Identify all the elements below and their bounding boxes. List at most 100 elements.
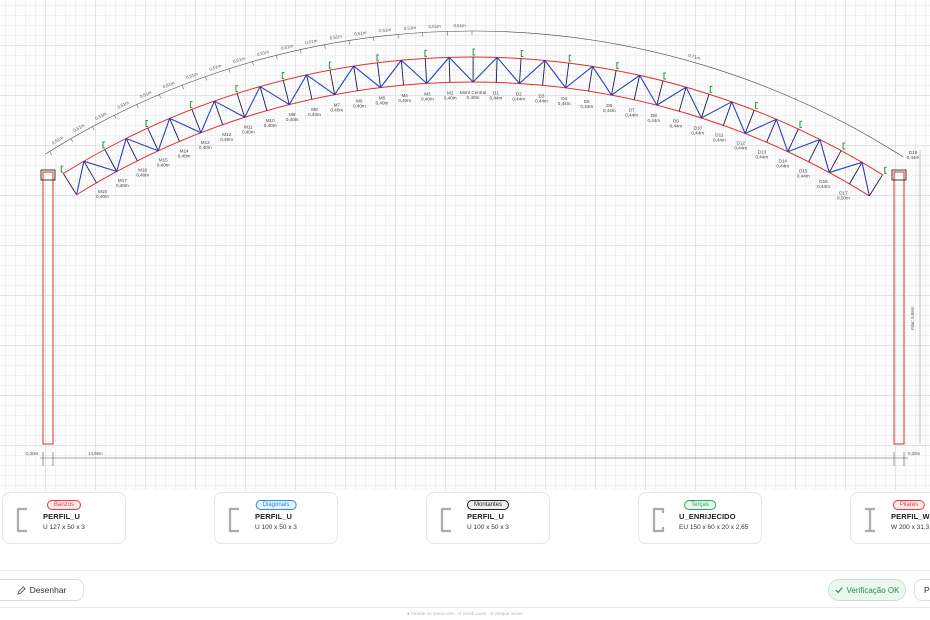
segment-length-label: 0,51m <box>281 43 294 51</box>
segment-length-label: 0,51m <box>305 38 318 45</box>
purlin <box>799 120 802 128</box>
node-label-length: 0,40m <box>376 101 389 106</box>
node-label-length: 0,40m <box>286 117 299 122</box>
diagonal-member <box>244 86 261 118</box>
node-label-length: 0,50m <box>837 195 850 200</box>
profile-name: PERFIL_W <box>891 512 930 521</box>
node-label-length: 0,40m <box>264 123 277 128</box>
left-offset-label: 0,30m <box>26 451 39 456</box>
purlin <box>663 72 666 80</box>
purlin <box>235 85 238 93</box>
node-labels: M180,40mM170,40mM160,40mM150,40mM140,40m… <box>96 90 920 200</box>
check-icon <box>834 587 843 594</box>
purlin <box>842 142 846 150</box>
diagonal-member <box>116 138 127 172</box>
node-label-length: 0,40m <box>220 137 233 142</box>
profile-card-pilares[interactable]: Pilares PERFIL_W W 200 x 31,3 <box>850 492 930 544</box>
arc-tick <box>205 76 207 81</box>
diagonal-member <box>288 74 308 105</box>
segment-length-label: 0,51m <box>329 34 342 41</box>
profile-name: PERFIL_U <box>43 512 81 521</box>
truss-drawing[interactable]: 0,30m 14,98m 0,30m Pilar: 5,88m 0,51m 0,51m 0… <box>0 0 930 490</box>
arc-tick <box>181 85 184 90</box>
node-label-length: 0,44m <box>558 101 571 106</box>
segment-length-label: 0,51m <box>354 30 367 37</box>
diagonal-member <box>611 74 640 96</box>
purlin <box>472 48 476 56</box>
arc-tick <box>114 115 117 119</box>
profile-card-tercas[interactable]: Terças U_ENRIJECIDO EU 150 x 60 x 20 x 2… <box>638 492 762 544</box>
purlin <box>145 119 149 127</box>
node-label-length: 0,40m <box>136 173 149 178</box>
node-label-length: 0,40m <box>330 107 343 112</box>
draw-button[interactable]: Desenhar <box>0 579 84 601</box>
w-profile-icon <box>865 507 875 533</box>
node-label-length: 0,44m <box>625 112 638 117</box>
purlin <box>755 101 758 109</box>
segment-length-label: 0,51m <box>453 23 466 28</box>
diagonal-member <box>496 57 520 84</box>
bottom-toolbar: Desenhar Verificação OK P <box>0 570 930 608</box>
node-label-length: 0,44m <box>647 118 660 123</box>
node-label-length: 0,40m <box>157 163 170 168</box>
arc-tick <box>324 44 326 49</box>
node-label-length: 0,44m <box>755 154 768 159</box>
node-label-length: 0,40m <box>96 194 109 199</box>
extra-button[interactable]: P <box>914 579 930 601</box>
dimension-lines: 0,30m 14,98m 0,30m Pilar: 5,88m <box>26 150 921 466</box>
node-label-length: 0,40m <box>421 96 434 101</box>
profile-card-diagonais[interactable]: Diagonais PERFIL_U U 100 x 50 x 3 <box>214 492 338 544</box>
segment-length-label: 0,51m <box>162 80 176 89</box>
segment-length-label: 0,51m <box>185 71 199 80</box>
node-label-length: 0,44m <box>713 138 726 143</box>
node-label-length: 0,40m <box>242 130 255 135</box>
vertical-member <box>495 57 498 83</box>
node-label-length: 0,44m <box>580 104 593 109</box>
segment-length-label: 0,51m <box>404 25 417 31</box>
purlin <box>60 165 64 173</box>
center-line <box>69 69 877 186</box>
drawing-canvas[interactable]: 0,30m 14,98m 0,30m Pilar: 5,88m 0,51m 0,51m 0… <box>0 0 930 490</box>
footer-hint: ● Arraste no menu com · ↺ Scroll zoom · … <box>0 608 930 620</box>
profile-spec: U 100 x 50 x 3 <box>255 524 297 531</box>
node-label-length: 0,44m <box>734 146 747 151</box>
pillar-height-label: Pilar: 5,88m <box>910 306 915 330</box>
u-profile-icon <box>440 507 451 533</box>
diagonal-member <box>544 60 567 89</box>
u-profile-icon <box>16 507 27 533</box>
node-label-length: 0,44m <box>776 164 789 169</box>
purlin <box>616 62 619 70</box>
segment-length-label: 0,51m <box>232 56 245 64</box>
profile-card-montantes[interactable]: Montantes PERFIL_U U 100 x 50 x 3 <box>426 492 550 544</box>
profile-spec: W 200 x 31,3 <box>891 524 930 531</box>
profile-card-banzos[interactable]: Banzos PERFIL_U U 127 x 50 x 3 <box>2 492 126 544</box>
right-offset-label: 0,30m <box>908 451 921 456</box>
diagonal-member <box>75 161 85 195</box>
verification-label: Verificação OK <box>846 585 900 595</box>
diagonal-member <box>685 86 702 119</box>
vertical-member <box>868 174 883 197</box>
node-label-length: 0,44m <box>797 174 810 179</box>
diagonal-member <box>819 139 830 173</box>
purlin <box>424 49 427 57</box>
diagonal-member <box>565 65 593 89</box>
segment-length-label: 0,51m <box>428 24 441 30</box>
profile-name: PERFIL_U <box>255 512 293 521</box>
diagonal-member <box>861 162 870 197</box>
purlin <box>328 61 332 69</box>
segment-length-label: 0,51m <box>379 27 392 33</box>
node-label-length: 0,40m <box>178 153 191 158</box>
node-label-length: 0,44m <box>691 130 704 135</box>
verification-status-button[interactable]: Verificação OK <box>828 579 906 601</box>
node-label-length: 0,44m <box>512 96 525 101</box>
node-label-length: 0,44m <box>817 184 830 189</box>
arc-tick <box>136 104 139 109</box>
diagonal-member <box>380 59 402 88</box>
arc-tick <box>70 138 74 143</box>
vertical-member <box>448 57 451 83</box>
center-label-length: 0,40m <box>467 95 480 100</box>
node-label-length: 0,44m <box>669 124 682 129</box>
purlin <box>376 54 379 62</box>
u-profile-icon <box>228 507 239 533</box>
purlin <box>709 85 713 93</box>
